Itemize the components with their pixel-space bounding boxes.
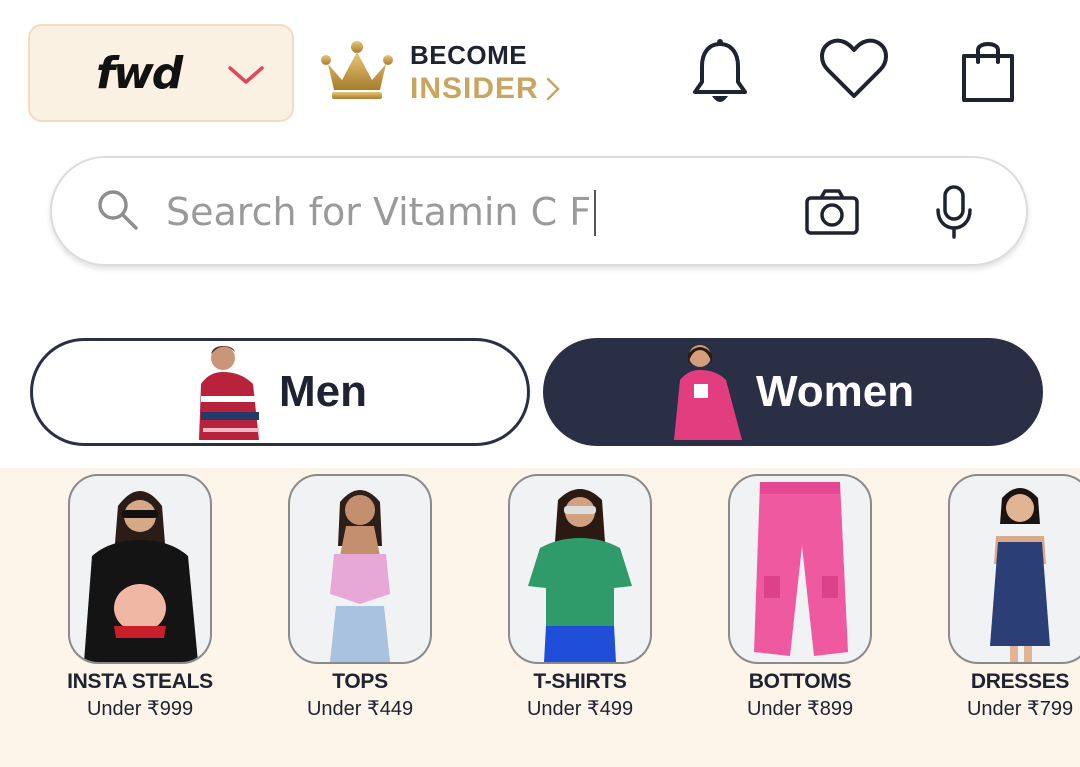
bell-icon[interactable] — [690, 38, 750, 113]
category-name: T-SHIRTS — [533, 670, 627, 693]
brand-switcher[interactable]: fwd — [28, 24, 294, 122]
category-image — [508, 474, 652, 664]
mic-icon[interactable] — [934, 184, 974, 245]
become-label: BECOME — [410, 40, 528, 70]
heart-icon[interactable] — [820, 38, 888, 107]
category-name: TOPS — [332, 670, 388, 693]
men-toggle[interactable]: Men — [30, 338, 530, 446]
category-image — [948, 474, 1080, 664]
category-name: DRESSES — [970, 670, 1070, 693]
men-model-image — [193, 341, 265, 443]
category-card-tops[interactable]: TOPS Under ₹449 — [275, 474, 445, 721]
bag-icon[interactable] — [956, 38, 1020, 109]
category-card-t-shirts[interactable]: T-SHIRTS Under ₹499 — [495, 474, 665, 721]
category-card-dresses[interactable]: DRESSES Under ₹799 — [935, 474, 1080, 721]
category-price: Under ₹899 — [746, 698, 854, 720]
category-image — [728, 474, 872, 664]
search-icon — [96, 188, 140, 237]
men-label: Men — [279, 367, 367, 416]
category-image — [68, 474, 212, 664]
search-bar[interactable] — [50, 156, 1028, 266]
women-toggle[interactable]: Women — [543, 338, 1043, 446]
category-price: Under ₹449 — [306, 698, 414, 720]
category-name: INSTA STEALS — [67, 670, 213, 693]
category-strip: INSTA STEALS Under ₹999 TOPS Under ₹449 — [0, 468, 1080, 767]
category-card-bottoms[interactable]: BOTTOMS Under ₹899 — [715, 474, 885, 721]
insider-label: INSIDER — [410, 72, 561, 106]
crown-icon — [320, 40, 394, 105]
women-label: Women — [756, 367, 915, 416]
chevron-down-icon — [226, 62, 266, 93]
category-image — [288, 474, 432, 664]
category-name: BOTTOMS — [748, 670, 852, 693]
category-price: Under ₹999 — [86, 698, 194, 720]
insider-text: INSIDER — [410, 72, 539, 105]
brand-logo: fwd — [96, 48, 183, 99]
search-input[interactable] — [166, 180, 766, 244]
text-caret — [594, 190, 596, 236]
category-price: Under ₹799 — [966, 698, 1074, 720]
category-price: Under ₹499 — [526, 698, 634, 720]
category-card-insta-steals[interactable]: INSTA STEALS Under ₹999 — [55, 474, 225, 721]
chevron-right-icon — [546, 77, 560, 101]
women-model-image — [668, 341, 748, 443]
camera-icon[interactable] — [804, 188, 860, 241]
